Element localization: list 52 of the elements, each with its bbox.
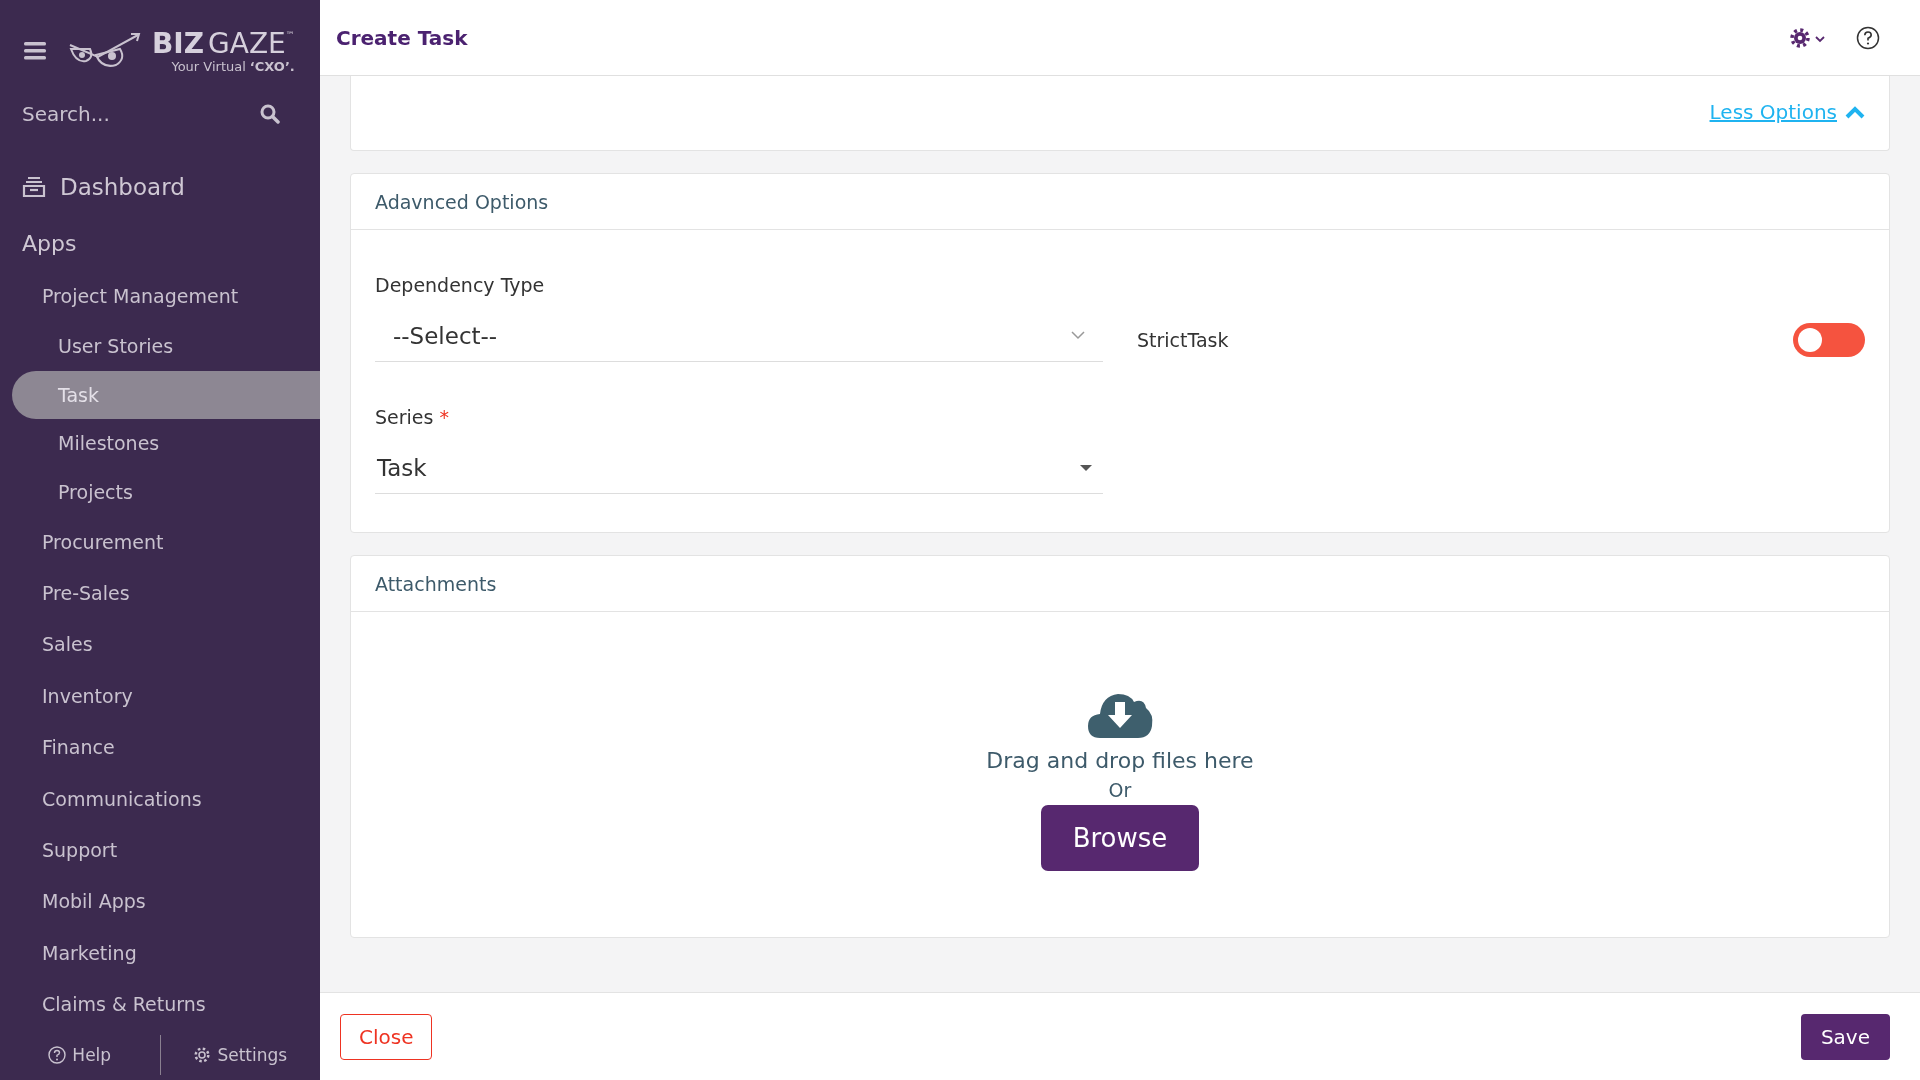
save-button[interactable]: Save bbox=[1800, 1013, 1890, 1060]
chevron-up-icon bbox=[1845, 105, 1865, 119]
required-mark: * bbox=[439, 406, 449, 428]
section-heading: Apps bbox=[21, 229, 78, 258]
sidebar-item[interactable]: Support bbox=[0, 824, 320, 876]
dashboard-label: Dashboard bbox=[60, 173, 185, 200]
settings-button[interactable]: Settings bbox=[160, 1045, 320, 1065]
sidebar-item[interactable]: Mobil Apps bbox=[0, 875, 320, 928]
help-icon bbox=[48, 1046, 67, 1064]
dashboard-item[interactable]: Dashboard bbox=[0, 158, 320, 216]
menu-icon[interactable] bbox=[24, 42, 46, 60]
panel-title: Adavnced Options bbox=[351, 174, 1889, 230]
series-dropdown[interactable]: Task bbox=[375, 442, 1103, 494]
sidebar-item[interactable]: Sales bbox=[0, 618, 320, 671]
field-label: Dependency Type bbox=[375, 274, 546, 296]
or-text: Or bbox=[1108, 779, 1132, 801]
sidebar-item[interactable]: Inventory bbox=[0, 670, 320, 722]
sidebar-item[interactable]: Claims & Returns bbox=[0, 978, 320, 1030]
close-button[interactable]: Close bbox=[340, 1013, 433, 1060]
sidebar-item[interactable]: Communications bbox=[0, 772, 320, 825]
sidebar-item[interactable]: Project Management bbox=[0, 270, 320, 323]
drop-hint-text: Drag and drop files here bbox=[986, 748, 1254, 773]
sidebar-item[interactable]: Procurement bbox=[0, 515, 320, 568]
help-label: Help bbox=[72, 1045, 112, 1065]
sidebar-item[interactable]: Finance bbox=[0, 721, 320, 773]
caret-down-icon bbox=[1079, 463, 1093, 472]
tray-icon bbox=[22, 175, 46, 198]
sidebar-item[interactable]: Milestones bbox=[0, 419, 320, 468]
logo-text: BIZ bbox=[152, 28, 205, 59]
logo-text: GAZE bbox=[208, 28, 286, 59]
help-icon[interactable] bbox=[1856, 25, 1880, 50]
sidebar-item[interactable]: Projects bbox=[0, 467, 320, 516]
strict-task-label: StrictTask bbox=[1137, 329, 1229, 351]
browse-button[interactable]: Browse bbox=[1041, 805, 1199, 871]
page-title: Create Task bbox=[336, 25, 468, 50]
settings-icon bbox=[193, 1046, 212, 1064]
search-icon[interactable] bbox=[260, 104, 280, 124]
trademark-text: ™ bbox=[285, 28, 295, 41]
sidebar-item[interactable]: Marketing bbox=[0, 927, 320, 979]
settings-label: Settings bbox=[217, 1045, 288, 1065]
help-button[interactable]: Help bbox=[0, 1045, 160, 1065]
dependency-type-dropdown[interactable]: --Select-- bbox=[375, 310, 1103, 362]
panel-title: Attachments bbox=[351, 556, 1889, 612]
sidebar-item[interactable]: Pre-Sales bbox=[0, 567, 320, 619]
sidebar-item[interactable]: User Stories bbox=[0, 322, 320, 371]
tagline-text: Your Virtual bbox=[171, 58, 246, 74]
chevron-down-icon bbox=[1071, 331, 1085, 340]
tagline-text: ‘CXO’. bbox=[249, 58, 295, 74]
field-label: Series * bbox=[375, 406, 450, 428]
search-field[interactable]: Search... bbox=[20, 101, 220, 127]
strict-task-toggle[interactable] bbox=[1793, 323, 1865, 357]
settings-icon[interactable] bbox=[1790, 26, 1828, 49]
